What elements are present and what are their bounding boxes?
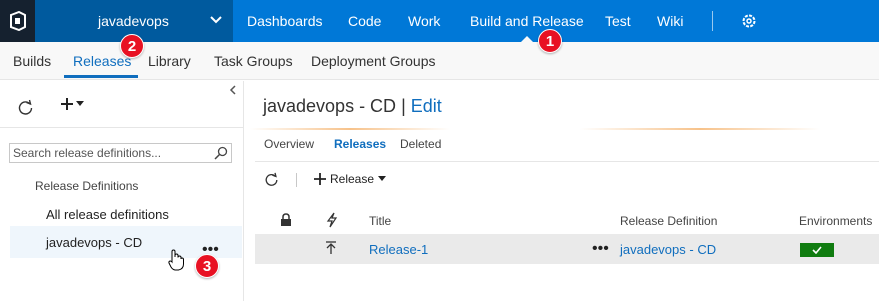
nav-divider xyxy=(712,11,713,31)
divider xyxy=(0,127,244,128)
hub-build-and-release[interactable]: Build and Release xyxy=(470,13,584,42)
column-release-definition[interactable]: Release Definition xyxy=(620,214,717,228)
release-definitions-heading: Release Definitions xyxy=(35,179,139,193)
row-more-actions-button[interactable]: ••• xyxy=(592,240,609,258)
tab-task-groups[interactable]: Task Groups xyxy=(214,53,293,69)
column-environments[interactable]: Environments xyxy=(799,214,872,228)
edit-link[interactable]: Edit xyxy=(411,96,442,116)
collapse-pane-icon[interactable] xyxy=(229,84,237,98)
hub-test[interactable]: Test xyxy=(605,13,631,29)
environment-status-badge[interactable] xyxy=(800,243,834,257)
toolbar-divider xyxy=(296,173,297,187)
plus-icon xyxy=(314,173,326,185)
tab-overview[interactable]: Overview xyxy=(264,137,314,151)
search-input[interactable] xyxy=(10,144,206,162)
caret-down-icon xyxy=(76,101,84,106)
column-title[interactable]: Title xyxy=(369,214,391,228)
refresh-icon[interactable] xyxy=(264,172,279,190)
vsts-logo-icon[interactable] xyxy=(0,0,35,42)
tab-releases-list[interactable]: Releases xyxy=(334,137,386,151)
tab-releases[interactable]: Releases xyxy=(73,53,131,69)
title-separator: | xyxy=(401,96,406,116)
tab-library[interactable]: Library xyxy=(148,53,191,69)
new-definition-button[interactable] xyxy=(60,97,84,111)
lock-icon xyxy=(280,213,292,230)
table-row[interactable] xyxy=(255,234,879,264)
caret-down-icon xyxy=(378,176,387,181)
checkmark-icon xyxy=(812,246,822,254)
new-release-button[interactable]: Release xyxy=(314,172,387,186)
divider xyxy=(255,161,879,162)
tab-deployment-groups[interactable]: Deployment Groups xyxy=(311,53,436,69)
progress-glow xyxy=(580,128,820,130)
lightning-icon xyxy=(326,212,338,231)
project-name: javadevops xyxy=(98,13,169,29)
hub-wiki[interactable]: Wiki xyxy=(657,13,683,29)
hand-cursor-icon xyxy=(168,249,184,274)
refresh-icon[interactable] xyxy=(17,99,34,119)
definition-name: javadevops - CD xyxy=(263,96,397,116)
tab-builds[interactable]: Builds xyxy=(13,53,51,69)
page-title: javadevops - CD | Edit xyxy=(263,96,442,117)
step-badge-3: 3 xyxy=(195,254,219,278)
active-tab-indicator xyxy=(64,75,138,78)
plus-icon xyxy=(61,98,73,110)
hub-code[interactable]: Code xyxy=(348,13,381,29)
gear-icon[interactable] xyxy=(740,12,758,33)
hub-dashboards[interactable]: Dashboards xyxy=(247,13,323,29)
javadevops-cd-item[interactable]: javadevops - CD xyxy=(46,235,142,250)
manual-trigger-icon xyxy=(325,241,337,258)
step-badge-1: 1 xyxy=(538,29,562,53)
new-release-label: Release xyxy=(330,172,375,186)
hub-work[interactable]: Work xyxy=(408,13,440,29)
release-definition-link[interactable]: javadevops - CD xyxy=(620,242,716,257)
search-box[interactable] xyxy=(9,143,232,163)
progress-glow xyxy=(250,128,450,130)
chevron-down-icon xyxy=(209,13,223,30)
all-release-definitions-item[interactable]: All release definitions xyxy=(46,207,169,222)
release-title-link[interactable]: Release-1 xyxy=(369,242,428,257)
step-badge-2: 2 xyxy=(120,34,144,58)
search-icon[interactable] xyxy=(214,146,228,163)
tab-deleted[interactable]: Deleted xyxy=(400,137,441,151)
